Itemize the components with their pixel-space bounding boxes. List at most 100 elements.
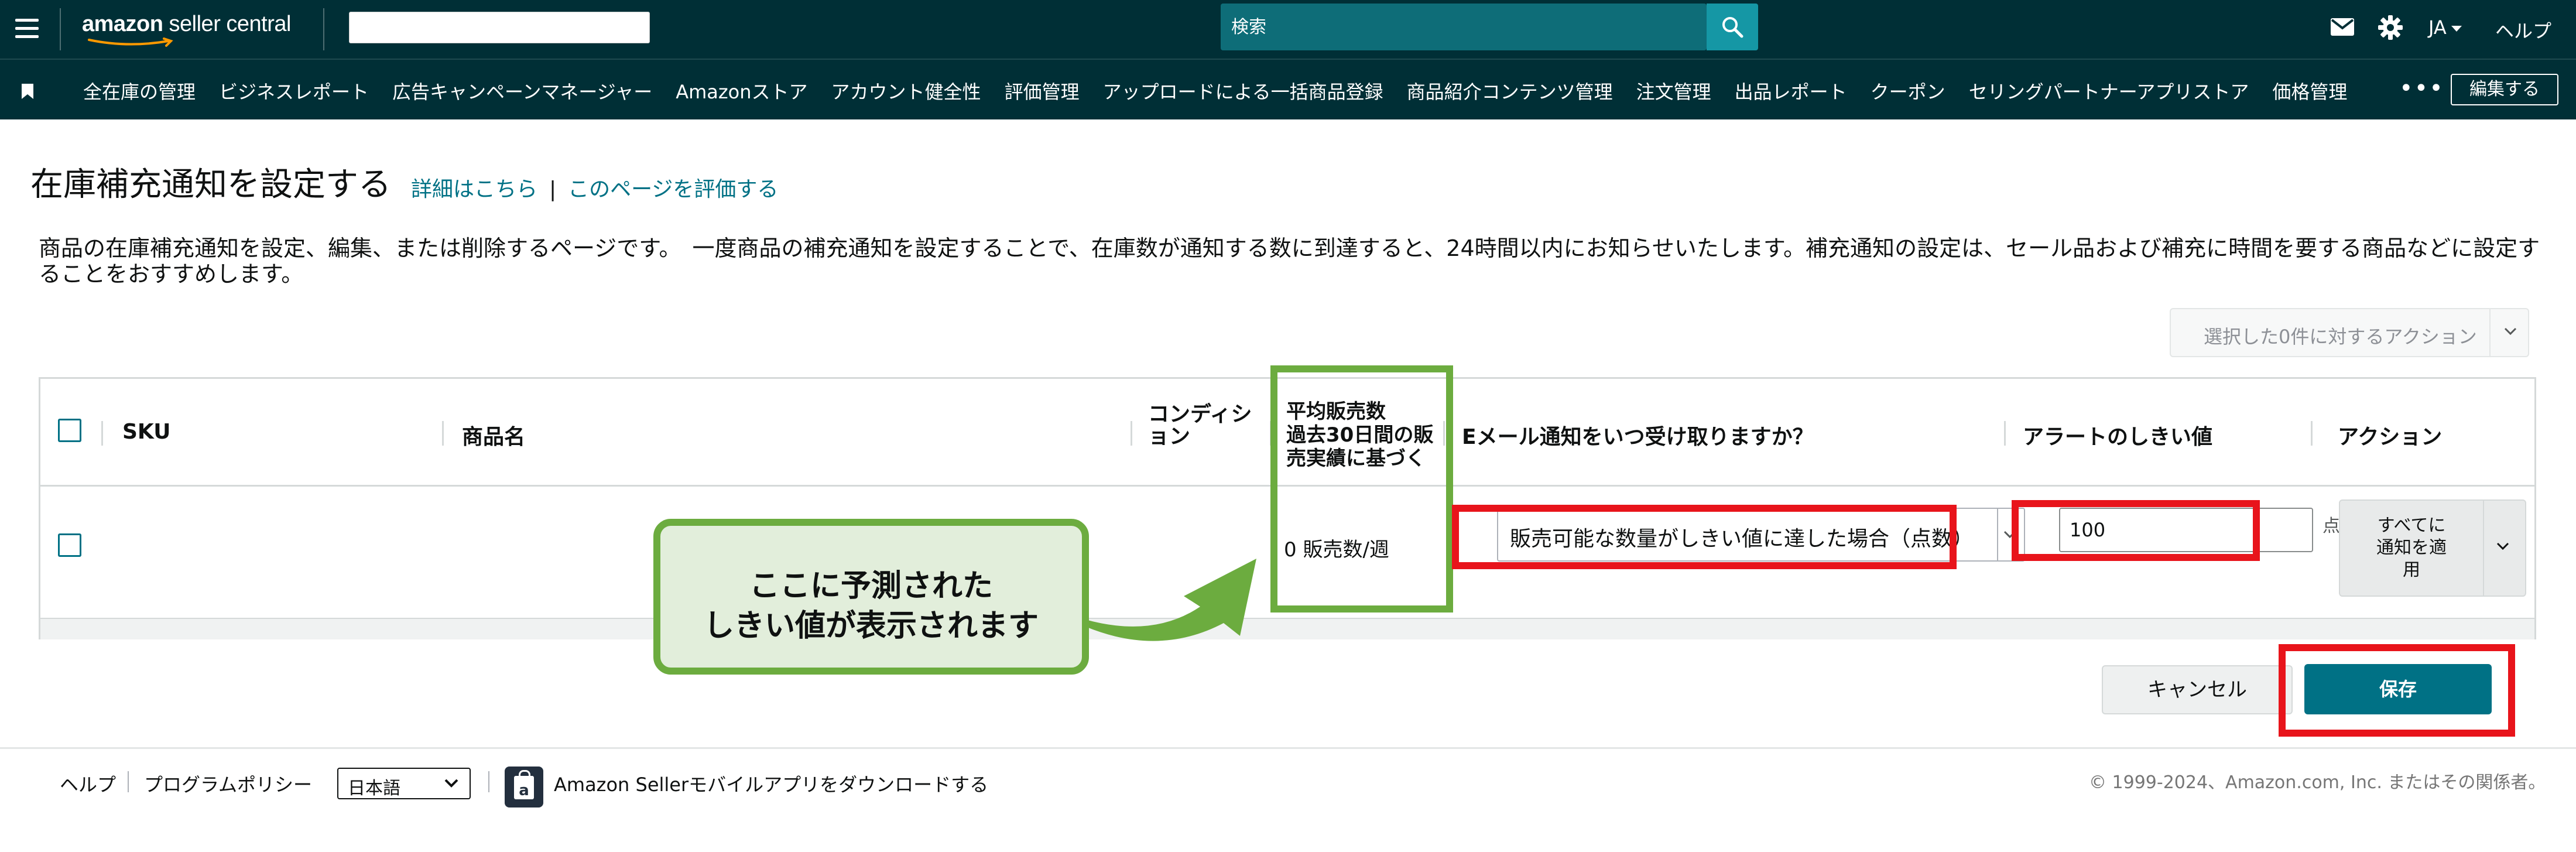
search-box	[1221, 4, 1707, 50]
footer-language-select[interactable]: 日本語	[337, 768, 471, 799]
search-icon	[1722, 17, 1743, 38]
footer-language-value: 日本語	[348, 778, 400, 799]
nav-item-business-reports[interactable]: ビジネスレポート	[219, 77, 369, 104]
bulk-action-label: 選択した0件に対するアクション	[2204, 326, 2477, 348]
gear-icon[interactable]	[2378, 15, 2403, 40]
nav-items: 全在庫の管理 ビジネスレポート 広告キャンペーンマネージャー Amazonストア…	[83, 77, 2371, 104]
column-divider	[1443, 421, 1445, 446]
column-divider	[1131, 421, 1132, 446]
column-divider	[2311, 421, 2313, 446]
header-links: 詳細はこちら | このページを評価する	[411, 172, 778, 203]
link-separator: |	[549, 177, 557, 201]
search-button[interactable]	[1707, 4, 1758, 50]
topbar-divider	[60, 8, 61, 50]
header-average-sales[interactable]: 平均販売数 過去30日間の販 売実績に基づく	[1286, 400, 1433, 470]
notification-condition-value: 販売可能な数量がしきい値に達した場合（点数）	[1510, 527, 1974, 551]
apply-to-all-line1: すべてに	[2377, 515, 2446, 536]
chevron-down-icon	[2504, 327, 2517, 336]
column-divider	[1270, 421, 1272, 446]
topbar-divider	[323, 8, 324, 50]
nav-item-app-store[interactable]: セリングパートナーアプリストア	[1969, 77, 2249, 104]
more-icon[interactable]: •••	[2399, 75, 2444, 102]
header-average-sales-line2: 過去30日間の販	[1286, 423, 1434, 447]
chevron-down-icon	[2003, 531, 2016, 539]
page-title: 在庫補充通知を設定する	[30, 166, 391, 204]
row-checkbox[interactable]	[58, 533, 81, 557]
nav-bar: 全在庫の管理 ビジネスレポート 広告キャンペーンマネージャー Amazonストア…	[0, 59, 2576, 119]
nav-item-feedback[interactable]: 評価管理	[1005, 77, 1080, 104]
button-divider	[2483, 501, 2484, 596]
nav-item-a-plus-content[interactable]: 商品紹介コンテンツ管理	[1407, 77, 1613, 104]
nav-item-listing-reports[interactable]: 出品レポート	[1735, 77, 1847, 104]
page-description: 商品の在庫補充通知を設定、編集、または削除するページです。 一度商品の補充通知を…	[39, 235, 2540, 287]
seller-central-logo[interactable]: amazon seller central	[82, 12, 304, 47]
language-label: JA	[2428, 16, 2447, 39]
footer-policy-link[interactable]: プログラムポリシー	[144, 770, 312, 797]
learn-more-link[interactable]: 詳細はこちら	[411, 177, 537, 201]
table-scrollbar[interactable]	[40, 618, 2534, 639]
threshold-input[interactable]	[2060, 509, 2312, 551]
callout-line1: ここに予測された	[749, 569, 993, 604]
copyright: © 1999-2024、Amazon.com, Inc. またはその関係者。	[2089, 772, 2546, 793]
dropdown-divider	[2489, 309, 2491, 356]
header-alert-threshold[interactable]: アラートのしきい値	[2023, 420, 2212, 450]
restock-alert-table: SKU 商品名 コンディシ ョン 平均販売数 過去30日間の販 売実績に基づく …	[39, 377, 2536, 639]
amazon-seller-app-icon[interactable]: a	[505, 767, 543, 807]
nav-item-coupons[interactable]: クーポン	[1871, 77, 1945, 104]
threshold-field	[2059, 508, 2313, 552]
header-average-sales-line3: 売実績に基づく	[1286, 447, 1426, 470]
column-divider	[101, 421, 103, 446]
nav-item-pricing[interactable]: 価格管理	[2272, 77, 2347, 104]
nav-item-bulk-upload[interactable]: アップロードによる一括商品登録	[1103, 77, 1383, 104]
nav-item-campaign-manager[interactable]: 広告キャンペーンマネージャー	[392, 77, 652, 104]
mail-icon[interactable]	[2330, 18, 2355, 36]
apply-to-all-line3: 用	[2403, 560, 2420, 580]
nav-item-inventory[interactable]: 全在庫の管理	[83, 77, 196, 104]
menu-icon[interactable]	[15, 19, 39, 39]
shopping-bag-icon: a	[514, 770, 534, 799]
chevron-down-icon[interactable]	[2496, 542, 2510, 551]
header-condition[interactable]: コンディシ ョン	[1148, 403, 1252, 448]
select-divider	[1997, 509, 1998, 560]
header-sku[interactable]: SKU	[122, 420, 170, 444]
threshold-unit: 点	[2322, 516, 2340, 536]
column-divider	[442, 421, 444, 446]
nav-item-orders[interactable]: 注文管理	[1636, 77, 1711, 104]
apply-to-all-line2: 通知を適	[2376, 538, 2447, 558]
header-product-name[interactable]: 商品名	[462, 420, 525, 450]
bulk-action-dropdown[interactable]: 選択した0件に対するアクション	[2170, 308, 2529, 357]
nav-item-account-health[interactable]: アカウント健全性	[831, 77, 981, 104]
search-input[interactable]	[1231, 12, 1641, 42]
footer-help-link[interactable]: ヘルプ	[60, 770, 116, 797]
help-link[interactable]: ヘルプ	[2495, 16, 2551, 43]
cancel-button[interactable]: キャンセル	[2102, 665, 2293, 714]
edit-nav-button[interactable]: 編集する	[2451, 74, 2558, 105]
header-action[interactable]: アクション	[2338, 420, 2442, 450]
apply-to-all-label: すべてに 通知を適 用	[2340, 515, 2483, 581]
callout-arrow-icon	[1085, 559, 1256, 641]
footer: ヘルプ プログラムポリシー 日本語 a Amazon Sellerモバイルアプリ…	[0, 749, 2576, 852]
logo-text-bold: amazon	[82, 12, 163, 36]
average-sales-value: 0 販売数/週	[1284, 538, 1389, 562]
logo-smile-icon	[88, 37, 173, 47]
footer-separator	[488, 771, 489, 792]
header-email-notification[interactable]: Eメール通知をいつ受け取りますか？	[1462, 420, 1814, 450]
header-average-sales-line1: 平均販売数	[1286, 400, 1386, 423]
nav-item-amazon-store[interactable]: Amazonストア	[676, 77, 807, 104]
language-selector[interactable]: JA	[2428, 16, 2462, 39]
account-switcher-input[interactable]	[349, 12, 650, 43]
save-button[interactable]: 保存	[2304, 664, 2492, 714]
apply-to-all-button[interactable]: すべてに 通知を適 用	[2339, 499, 2526, 597]
table-header: SKU 商品名 コンディシ ョン 平均販売数 過去30日間の販 売実績に基づく …	[40, 379, 2534, 487]
caret-down-icon	[2451, 26, 2462, 32]
notification-condition-select[interactable]: 販売可能な数量がしきい値に達した場合（点数）	[1497, 508, 2025, 562]
header-condition-line2: ョン	[1148, 425, 1191, 449]
rate-page-link[interactable]: このページを評価する	[568, 177, 778, 201]
footer-app-download-link[interactable]: Amazon Sellerモバイルアプリをダウンロードする	[554, 770, 988, 797]
chevron-down-icon	[444, 779, 458, 788]
select-all-checkbox[interactable]	[58, 419, 81, 442]
logo-text: amazon seller central	[82, 12, 304, 37]
header-condition-line1: コンディシ	[1148, 402, 1252, 426]
bookmark-icon[interactable]	[21, 83, 34, 100]
annotation-callout: ここに予測された しきい値が表示されます	[653, 519, 1089, 675]
